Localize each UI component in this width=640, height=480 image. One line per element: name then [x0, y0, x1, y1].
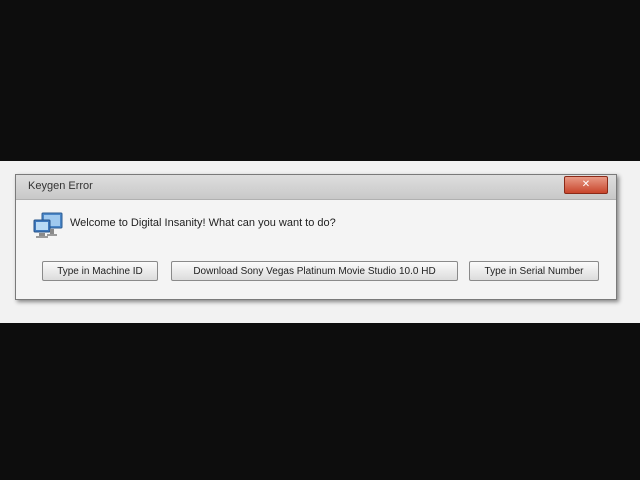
type-serial-number-button[interactable]: Type in Serial Number	[469, 261, 599, 281]
dialog-titlebar[interactable]: Keygen Error ✕	[16, 175, 616, 200]
dialog-message: Welcome to Digital Insanity! What can yo…	[70, 217, 336, 229]
keygen-error-dialog: Keygen Error ✕ Welcome to Digital Insani…	[15, 174, 617, 300]
type-machine-id-button[interactable]: Type in Machine ID	[42, 261, 158, 281]
close-icon: ✕	[581, 179, 591, 190]
computer-network-icon	[32, 211, 66, 241]
close-button[interactable]: ✕	[564, 176, 608, 194]
download-button[interactable]: Download Sony Vegas Platinum Movie Studi…	[171, 261, 458, 281]
dialog-title: Keygen Error	[28, 180, 93, 192]
